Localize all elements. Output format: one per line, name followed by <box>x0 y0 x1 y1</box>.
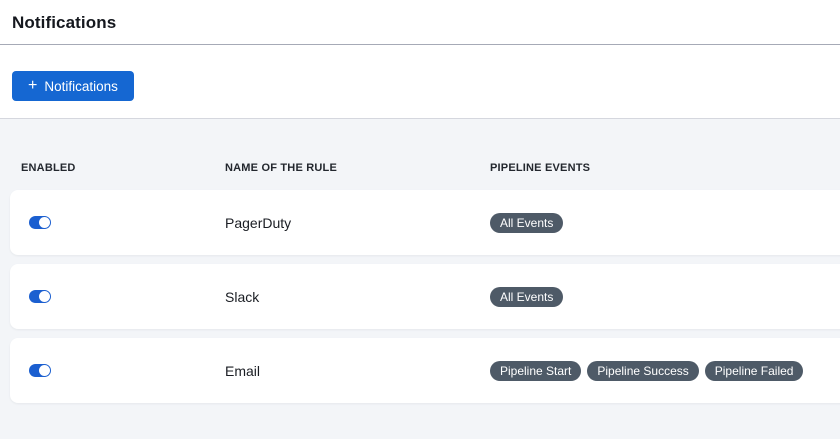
pipeline-event-badge: All Events <box>490 287 563 307</box>
table-body: PagerDuty All Events Slack All Events Em… <box>0 190 840 403</box>
enabled-toggle[interactable] <box>29 216 51 229</box>
enabled-cell <box>21 216 225 229</box>
table-row: Slack All Events <box>10 264 840 329</box>
column-header-enabled: ENABLED <box>21 162 225 174</box>
toggle-knob <box>39 217 50 228</box>
page-title: Notifications <box>12 13 828 33</box>
rule-name: Email <box>225 363 490 379</box>
add-notification-button-label: Notifications <box>44 79 118 94</box>
column-header-name: NAME OF THE RULE <box>225 162 490 174</box>
notifications-table: ENABLED NAME OF THE RULE PIPELINE EVENTS… <box>0 118 840 439</box>
rule-name: Slack <box>225 289 490 305</box>
pipeline-event-badge: Pipeline Start <box>490 361 581 381</box>
pipeline-events-cell: All Events <box>490 287 840 307</box>
table-row: Email Pipeline StartPipeline SuccessPipe… <box>10 338 840 403</box>
page-header: Notifications <box>0 0 840 45</box>
enabled-cell <box>21 290 225 303</box>
table-row: PagerDuty All Events <box>10 190 840 255</box>
pipeline-event-badge: All Events <box>490 213 563 233</box>
column-header-pipeline-events: PIPELINE EVENTS <box>490 162 840 174</box>
rule-name: PagerDuty <box>225 215 490 231</box>
toggle-knob <box>39 291 50 302</box>
toggle-knob <box>39 365 50 376</box>
pipeline-event-badge: Pipeline Failed <box>705 361 804 381</box>
enabled-cell <box>21 364 225 377</box>
table-header-row: ENABLED NAME OF THE RULE PIPELINE EVENTS <box>0 119 840 190</box>
enabled-toggle[interactable] <box>29 364 51 377</box>
pipeline-events-cell: All Events <box>490 213 840 233</box>
pipeline-events-cell: Pipeline Start Pipeline Success Pipeline F… <box>490 361 840 381</box>
plus-icon: + <box>28 78 37 94</box>
add-notification-button[interactable]: + Notifications <box>12 71 134 101</box>
toolbar: + Notifications <box>0 45 840 118</box>
pipeline-event-badge: Pipeline Success <box>587 361 698 381</box>
enabled-toggle[interactable] <box>29 290 51 303</box>
